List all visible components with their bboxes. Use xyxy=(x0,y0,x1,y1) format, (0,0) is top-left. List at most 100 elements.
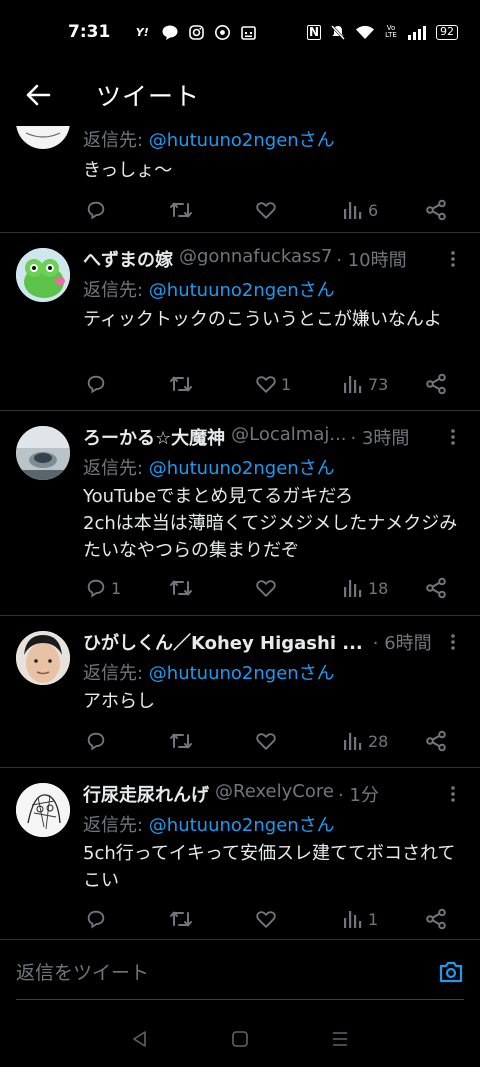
chrome-icon xyxy=(214,24,230,40)
heart-icon xyxy=(256,376,276,393)
retweet-button[interactable] xyxy=(169,907,197,931)
tweet-header: へずまの嫁 @gonnafuckass7 · 10時間 xyxy=(83,246,440,272)
display-name[interactable]: ろーかる☆大魔神 xyxy=(83,424,225,450)
retweet-icon xyxy=(170,376,192,392)
reply-button[interactable] xyxy=(85,907,111,931)
reply-mention-link[interactable]: @hutuuno2ngenさん xyxy=(149,130,335,151)
share-button[interactable] xyxy=(425,198,447,222)
views-button[interactable]: 18 xyxy=(342,576,388,600)
views-button[interactable]: 28 xyxy=(342,729,388,753)
display-name[interactable]: ひがしくん／Kohey Higashi ... xyxy=(83,629,363,655)
like-button[interactable] xyxy=(255,576,281,600)
status-bar: 7:31 Y! N Vo LTE 92 xyxy=(0,0,480,64)
views-button[interactable]: 6 xyxy=(342,198,378,222)
tweet-text: ティックトックのこういうとこが嫌いなんよ xyxy=(83,309,442,330)
heart-icon xyxy=(256,202,276,219)
heart-icon xyxy=(256,580,276,597)
volte-icon: Vo LTE xyxy=(385,24,397,39)
tweet-text: YouTubeでまとめ見てるガキだろ 2chは本当は薄暗くてジメジメしたナメクジ… xyxy=(83,486,458,561)
tweet-actions: 1 18 xyxy=(83,576,463,600)
display-name[interactable]: 行尿走尿れんげ xyxy=(83,781,209,807)
views-button[interactable]: 73 xyxy=(342,372,388,396)
share-button[interactable] xyxy=(425,729,447,753)
reply-to: 返信先: @hutuuno2ngenさん xyxy=(83,280,335,301)
share-button[interactable] xyxy=(425,907,447,931)
tweet-header: ひがしくん／Kohey Higashi ... · 6時間 xyxy=(83,629,440,655)
tweet[interactable]: へずまの嫁 @gonnafuckass7 · 10時間 返信先: @hutuun… xyxy=(0,233,480,411)
nav-home-icon[interactable] xyxy=(231,1030,249,1048)
display-name[interactable]: へずまの嫁 xyxy=(83,246,173,272)
retweet-icon xyxy=(170,911,192,927)
wifi-icon xyxy=(355,24,375,40)
analytics-icon xyxy=(344,202,362,219)
user-handle[interactable]: @Localmaj... xyxy=(231,424,346,450)
avatar[interactable] xyxy=(16,631,70,685)
retweet-button[interactable] xyxy=(169,576,197,600)
reply-button[interactable] xyxy=(85,729,111,753)
arrow-left-icon xyxy=(26,84,51,106)
app-header: ツイート xyxy=(0,64,480,126)
share-icon xyxy=(426,577,446,599)
mute-icon xyxy=(330,24,346,40)
reply-mention-link[interactable]: @hutuuno2ngenさん xyxy=(149,815,335,836)
nav-recents-icon[interactable] xyxy=(331,1030,349,1048)
share-button[interactable] xyxy=(425,576,447,600)
camera-icon xyxy=(439,961,463,983)
more-options-button[interactable] xyxy=(446,250,460,268)
analytics-icon xyxy=(344,911,362,928)
like-button[interactable]: 1 xyxy=(255,372,291,396)
reply-mention-link[interactable]: @hutuuno2ngenさん xyxy=(149,280,335,301)
retweet-button[interactable] xyxy=(169,372,197,396)
signal-icon xyxy=(407,24,427,40)
yahoo-icon: Y! xyxy=(135,25,149,39)
heart-icon xyxy=(256,733,276,750)
reply-icon xyxy=(87,375,105,394)
reply-composer[interactable]: 返信をツイート xyxy=(16,944,464,1000)
camera-button[interactable] xyxy=(438,960,464,988)
heart-icon xyxy=(256,911,276,928)
back-button[interactable] xyxy=(22,79,54,111)
tweet[interactable]: 返信先: @hutuuno2ngenさん きっしょ〜 6 xyxy=(0,126,480,233)
more-vertical-icon xyxy=(451,634,455,650)
reply-input[interactable]: 返信をツイート xyxy=(16,958,149,985)
avatar[interactable] xyxy=(16,248,70,302)
avatar[interactable] xyxy=(16,126,70,149)
retweet-icon xyxy=(170,202,192,218)
tweet[interactable]: ひがしくん／Kohey Higashi ... · 6時間 返信先: @hutu… xyxy=(0,616,480,768)
status-time: 7:31 xyxy=(68,22,111,42)
user-handle[interactable]: @RexelyCore xyxy=(215,781,334,807)
reply-icon xyxy=(87,201,105,220)
views-button[interactable]: 1 xyxy=(342,907,378,931)
more-options-button[interactable] xyxy=(446,633,460,651)
retweet-button[interactable] xyxy=(169,729,197,753)
reply-icon xyxy=(87,732,105,751)
retweet-button[interactable] xyxy=(169,198,197,222)
share-button[interactable] xyxy=(425,372,447,396)
nav-back-icon[interactable] xyxy=(131,1030,149,1048)
reply-mention-link[interactable]: @hutuuno2ngenさん xyxy=(149,663,335,684)
avatar[interactable] xyxy=(16,783,70,837)
tweet[interactable]: 行尿走尿れんげ @RexelyCore · 1分 返信先: @hutuuno2n… xyxy=(0,768,480,940)
tweet-time: · 3時間 xyxy=(350,428,410,449)
tweet-time: · 10時間 xyxy=(336,250,407,271)
more-options-button[interactable] xyxy=(446,428,460,446)
reply-to: 返信先: @hutuuno2ngenさん xyxy=(83,663,335,684)
like-button[interactable] xyxy=(255,907,281,931)
tweet-feed[interactable]: 返信先: @hutuuno2ngenさん きっしょ〜 6 へずまの嫁 @gonn… xyxy=(0,126,480,940)
tweet-actions: 1 xyxy=(83,907,463,931)
like-button[interactable] xyxy=(255,198,281,222)
reply-mention-link[interactable]: @hutuuno2ngenさん xyxy=(149,458,335,479)
like-button[interactable] xyxy=(255,729,281,753)
share-icon xyxy=(426,199,446,221)
line-icon xyxy=(162,24,178,40)
avatar[interactable] xyxy=(16,426,70,480)
reply-button[interactable]: 1 xyxy=(85,576,121,600)
more-options-button[interactable] xyxy=(446,785,460,803)
reply-button[interactable] xyxy=(85,372,111,396)
reply-to: 返信先: @hutuuno2ngenさん xyxy=(83,458,335,479)
user-handle[interactable]: @gonnafuckass7 xyxy=(179,246,332,272)
tweet-actions: 28 xyxy=(83,729,463,753)
tweet[interactable]: ろーかる☆大魔神 @Localmaj... · 3時間 返信先: @hutuun… xyxy=(0,411,480,616)
reply-button[interactable] xyxy=(85,198,111,222)
tweet-text: 5ch行ってイキって安価スレ建ててボコされてこい xyxy=(83,843,456,891)
